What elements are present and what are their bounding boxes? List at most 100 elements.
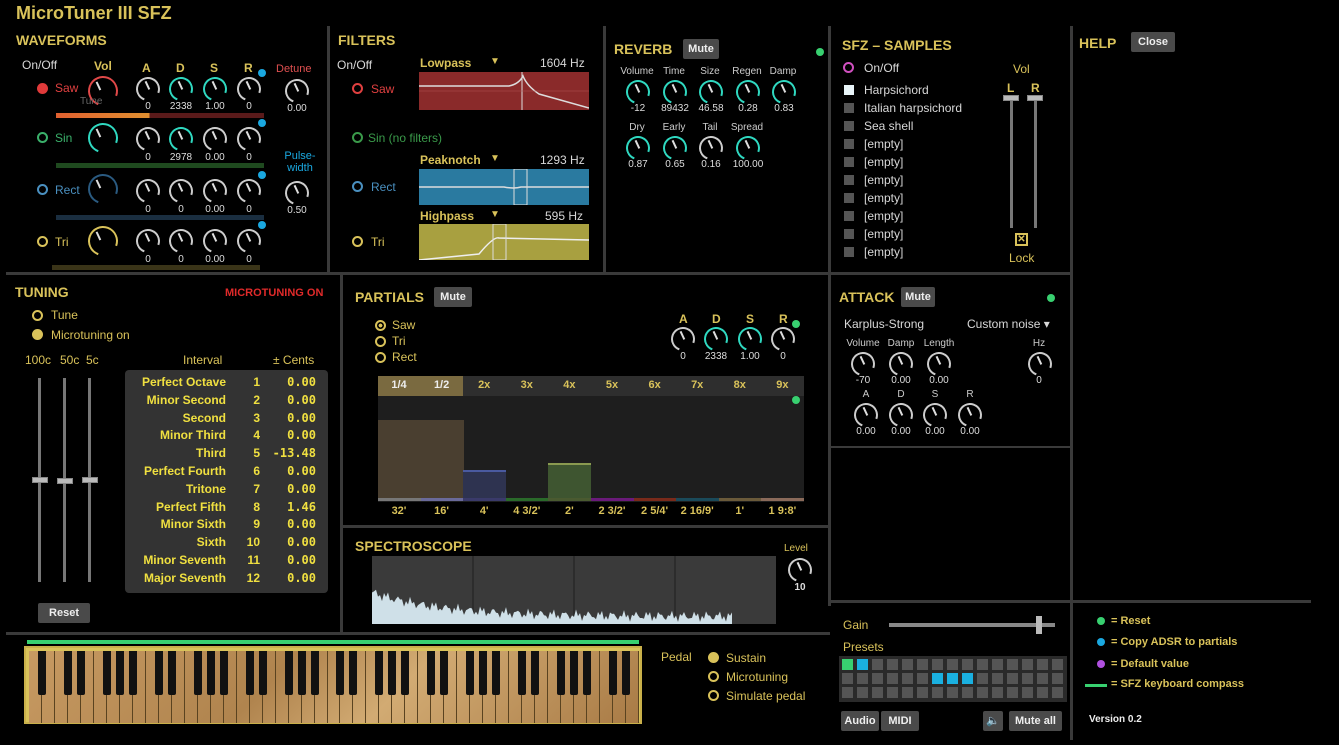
microtuning-radio[interactable] — [32, 329, 43, 340]
black-key[interactable] — [557, 651, 566, 695]
sin-vol-knob[interactable] — [83, 118, 123, 158]
preset-slot[interactable] — [962, 687, 973, 698]
black-key[interactable] — [479, 651, 488, 695]
reverb-mute-button[interactable]: Mute — [683, 39, 719, 59]
preset-slot[interactable] — [947, 659, 958, 670]
sin-d-knob[interactable] — [165, 123, 197, 155]
filter-tri-toggle[interactable] — [352, 236, 363, 247]
black-key[interactable] — [388, 651, 397, 695]
filter3-graph[interactable] — [419, 224, 589, 260]
tri-a-knob[interactable] — [132, 225, 164, 257]
rect-a-knob[interactable] — [132, 175, 164, 207]
black-key[interactable] — [297, 651, 306, 695]
interval-cents[interactable]: 0.00 — [266, 571, 316, 585]
preset-slot[interactable] — [977, 673, 988, 684]
sfz-vol-r-track[interactable] — [1034, 98, 1037, 228]
gain-slider-handle[interactable] — [1036, 616, 1042, 634]
preset-slot[interactable] — [962, 673, 973, 684]
black-key[interactable] — [570, 651, 579, 695]
interval-cents[interactable]: -13.48 — [266, 446, 316, 460]
black-key[interactable] — [427, 651, 436, 695]
sin-s-knob[interactable] — [199, 123, 231, 155]
preset-slot[interactable] — [857, 687, 868, 698]
preset-slot[interactable] — [842, 687, 853, 698]
tune-radio[interactable] — [32, 310, 43, 321]
filter3-type[interactable]: Highpass — [420, 209, 474, 223]
slider-5c-handle[interactable] — [82, 477, 98, 483]
copy-adsr-dot[interactable] — [258, 69, 266, 77]
black-key[interactable] — [37, 651, 46, 695]
sample-slot-checkbox[interactable] — [844, 157, 854, 167]
speaker-icon[interactable]: 🔈 — [983, 711, 1003, 731]
black-key[interactable] — [115, 651, 124, 695]
preset-slot[interactable] — [902, 659, 913, 670]
preset-slot[interactable] — [947, 673, 958, 684]
preset-slot[interactable] — [947, 687, 958, 698]
sustain-radio[interactable] — [708, 652, 719, 663]
filter2-type[interactable]: Peaknotch — [420, 153, 481, 167]
black-key[interactable] — [440, 651, 449, 695]
preset-slot[interactable] — [887, 673, 898, 684]
interval-cents[interactable]: 1.46 — [266, 500, 316, 514]
sample-slot-label[interactable]: Italian harpsichord — [864, 101, 962, 115]
saw-on-toggle[interactable] — [37, 83, 48, 94]
black-key[interactable] — [219, 651, 228, 695]
preset-slot[interactable] — [962, 659, 973, 670]
tri-r-knob[interactable] — [233, 225, 265, 257]
sample-slot-label[interactable]: [empty] — [864, 209, 903, 223]
rect-d-knob[interactable] — [165, 175, 197, 207]
copy-adsr-dot[interactable] — [258, 119, 266, 127]
audio-button[interactable]: Audio — [841, 711, 879, 731]
slider-50c-handle[interactable] — [57, 478, 73, 484]
preset-slot[interactable] — [872, 673, 883, 684]
tri-on-toggle[interactable] — [37, 236, 48, 247]
preset-slot[interactable] — [1007, 673, 1018, 684]
preset-slot[interactable] — [872, 659, 883, 670]
tri-vol-knob[interactable] — [83, 221, 123, 261]
filter1-type[interactable]: Lowpass — [420, 56, 471, 70]
black-key[interactable] — [193, 651, 202, 695]
sample-slot-checkbox[interactable] — [844, 139, 854, 149]
preset-slot[interactable] — [932, 673, 943, 684]
preset-slot[interactable] — [992, 659, 1003, 670]
black-key[interactable] — [518, 651, 527, 695]
black-key[interactable] — [102, 651, 111, 695]
preset-slot[interactable] — [1022, 687, 1033, 698]
filter-saw-toggle[interactable] — [352, 83, 363, 94]
rect-on-toggle[interactable] — [37, 184, 48, 195]
preset-slot[interactable] — [917, 659, 928, 670]
sfz-vol-l-handle[interactable] — [1003, 95, 1019, 101]
slider-100c-handle[interactable] — [32, 477, 48, 483]
sample-slot-label[interactable]: Sea shell — [864, 119, 913, 133]
preset-slot[interactable] — [1037, 659, 1048, 670]
preset-slot[interactable] — [932, 687, 943, 698]
filter2-graph[interactable] — [419, 169, 589, 205]
partials-saw-radio[interactable] — [375, 320, 386, 331]
microtuning-pedal-radio[interactable] — [708, 671, 719, 682]
preset-slot[interactable] — [917, 687, 928, 698]
sfz-vol-r-handle[interactable] — [1027, 95, 1043, 101]
preset-slot[interactable] — [1007, 687, 1018, 698]
sample-slot-label[interactable]: Harpsichord — [864, 83, 929, 97]
interval-cents[interactable]: 0.00 — [266, 517, 316, 531]
sfz-vol-l-track[interactable] — [1010, 98, 1013, 228]
black-key[interactable] — [375, 651, 384, 695]
interval-cents[interactable]: 0.00 — [266, 393, 316, 407]
filter1-graph[interactable] — [419, 72, 589, 110]
preset-slot[interactable] — [857, 659, 868, 670]
black-key[interactable] — [310, 651, 319, 695]
chevron-down-icon[interactable]: ▼ — [490, 56, 500, 67]
sample-slot-label[interactable]: [empty] — [864, 173, 903, 187]
preset-slot[interactable] — [1052, 673, 1063, 684]
preset-slot[interactable] — [992, 673, 1003, 684]
black-key[interactable] — [583, 651, 592, 695]
filter-sin-toggle[interactable] — [352, 132, 363, 143]
tri-d-knob[interactable] — [165, 225, 197, 257]
preset-slot[interactable] — [887, 687, 898, 698]
preset-slot[interactable] — [977, 687, 988, 698]
black-key[interactable] — [154, 651, 163, 695]
preset-slot[interactable] — [1052, 659, 1063, 670]
sample-slot-label[interactable]: [empty] — [864, 227, 903, 241]
filter-rect-toggle[interactable] — [352, 181, 363, 192]
partials-mute-button[interactable]: Mute — [434, 287, 472, 307]
